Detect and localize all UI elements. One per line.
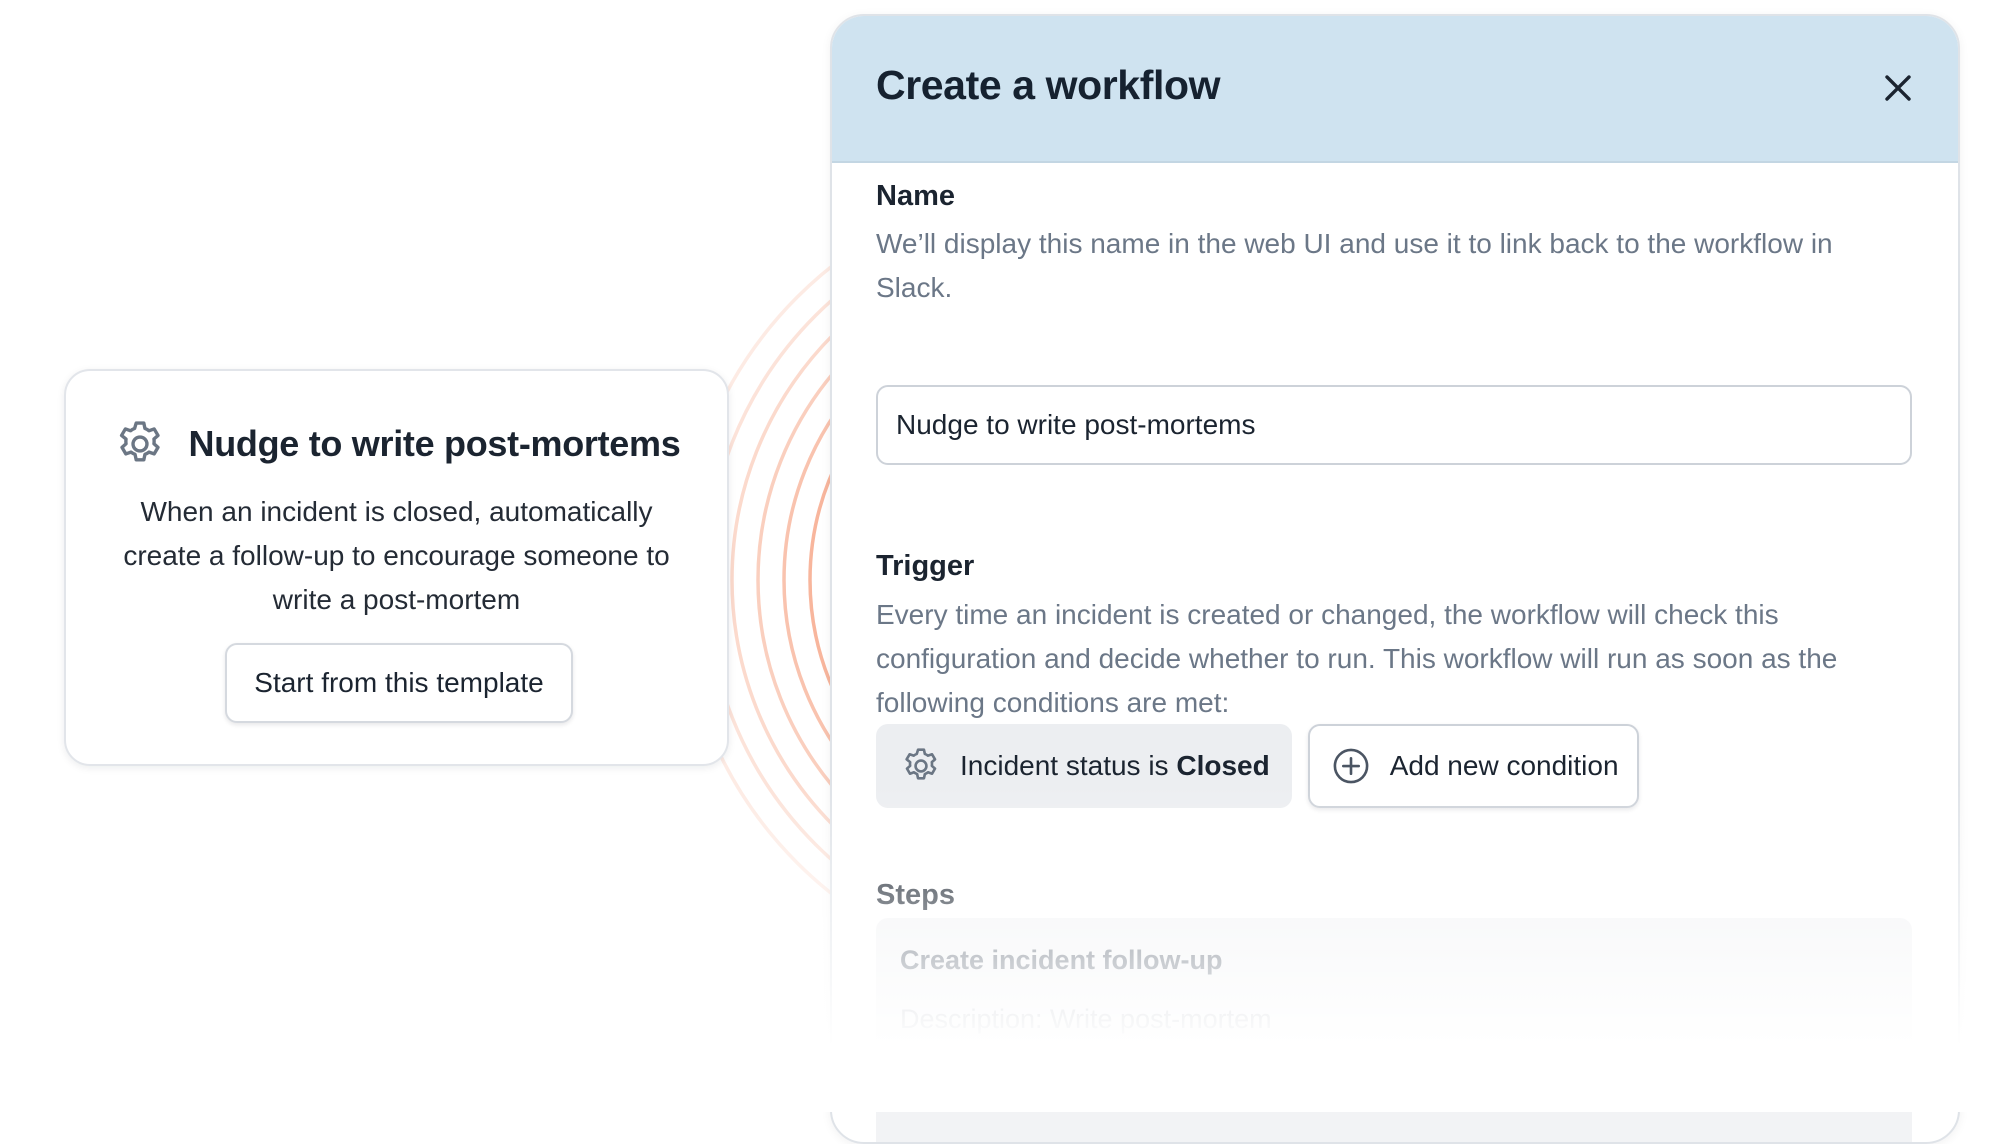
start-from-template-button[interactable]: Start from this template <box>225 643 573 723</box>
template-card: Nudge to write post-mortems When an inci… <box>64 369 729 766</box>
name-label: Name <box>876 180 955 212</box>
condition-value: Closed <box>1176 750 1270 781</box>
workflow-name-input[interactable] <box>876 385 1912 465</box>
close-icon <box>1885 75 1911 101</box>
create-workflow-modal: Create a workflow Name We’ll display thi… <box>830 14 1960 1144</box>
step-assignee: Assignee: Incident Lead <box>900 1063 1189 1093</box>
step-card[interactable]: Create incident follow-up Description: W… <box>876 918 1912 1142</box>
plus-circle-icon <box>1333 748 1369 784</box>
step-description: Description: Write post-mortem <box>900 1004 1272 1034</box>
close-button[interactable] <box>1876 66 1920 110</box>
template-title: Nudge to write post-mortems <box>188 423 681 464</box>
trigger-label: Trigger <box>876 550 975 582</box>
template-description: When an incident is closed, automaticall… <box>123 496 670 615</box>
condition-chip[interactable]: Incident status is Closed <box>876 724 1292 808</box>
modal-title: Create a workflow <box>876 62 1221 108</box>
trigger-conditions: Incident status is Closed Add new condit… <box>876 724 1639 808</box>
add-new-condition-button[interactable]: Add new condition <box>1307 724 1639 808</box>
name-help-text: We’ll display this name in the web UI an… <box>876 228 1833 303</box>
gear-icon <box>905 748 937 780</box>
add-condition-label: Add new condition <box>1389 750 1619 781</box>
step-title: Create incident follow-up <box>900 945 1223 975</box>
trigger-help-text: Every time an incident is created or cha… <box>876 599 1838 718</box>
condition-prefix: Incident status is <box>960 750 1169 781</box>
template-card-header: Nudge to write post-mortems <box>66 417 727 471</box>
modal-header: Create a workflow <box>832 16 1958 163</box>
gear-icon <box>119 421 160 462</box>
condition-text: Incident status is Closed <box>960 750 1270 782</box>
steps-label: Steps <box>876 879 955 911</box>
